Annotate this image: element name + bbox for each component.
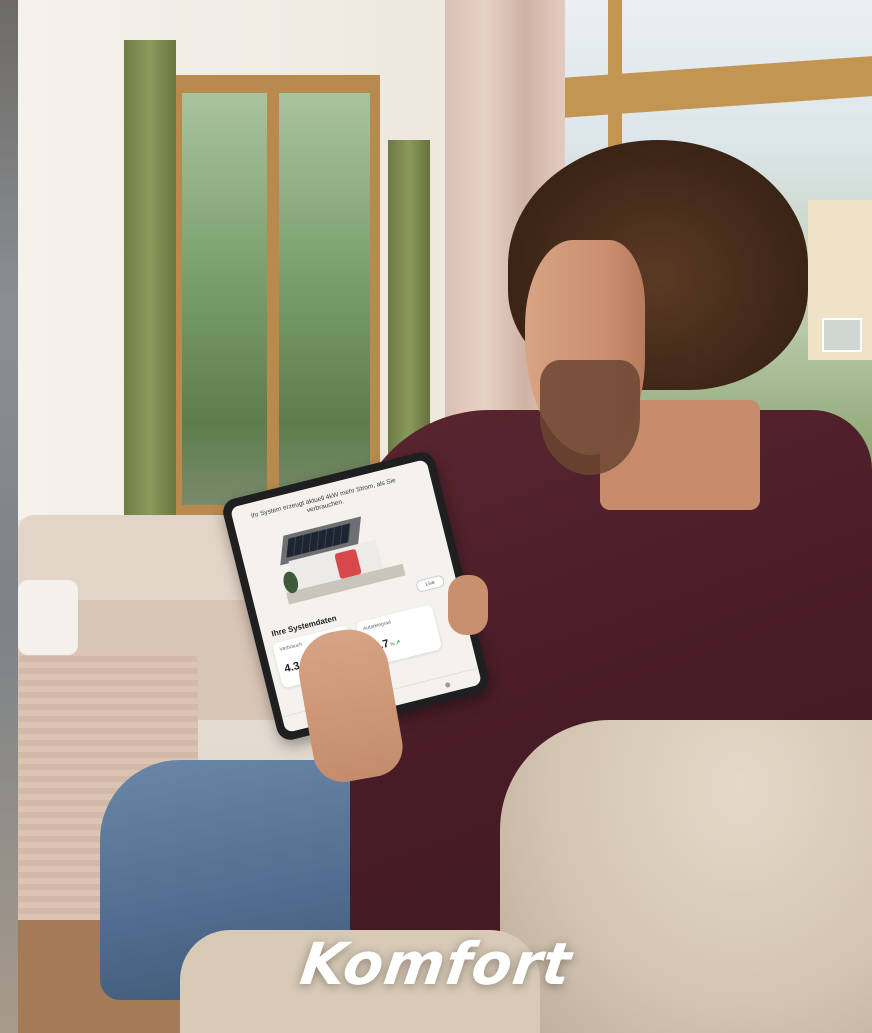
lifestyle-photo: Ihr System erzeugt aktuell 4kW mehr Stro… — [0, 0, 872, 1033]
right-hand — [448, 575, 488, 635]
house-illustration — [272, 506, 406, 605]
window-frame-horizontal — [560, 56, 872, 118]
komfort-logo: Komfort — [0, 930, 872, 998]
window-frame-vertical — [608, 0, 622, 150]
metric-label: Autarkiegrad — [362, 619, 392, 633]
beard — [540, 360, 640, 475]
left-window — [172, 75, 380, 515]
car-edge — [0, 0, 18, 1033]
white-pillow — [18, 580, 78, 655]
neighbor-house-window — [822, 318, 862, 352]
neighbor-house — [808, 200, 872, 360]
settings-icon[interactable] — [444, 681, 451, 688]
metric-label: Verbrauch — [279, 641, 303, 653]
green-curtain-left — [124, 40, 176, 520]
arrow-up-icon: ↗ — [394, 639, 402, 647]
window-mullion — [267, 93, 279, 505]
view-dropdown[interactable]: Live — [415, 574, 446, 593]
logo-text: Komfort — [295, 930, 577, 998]
